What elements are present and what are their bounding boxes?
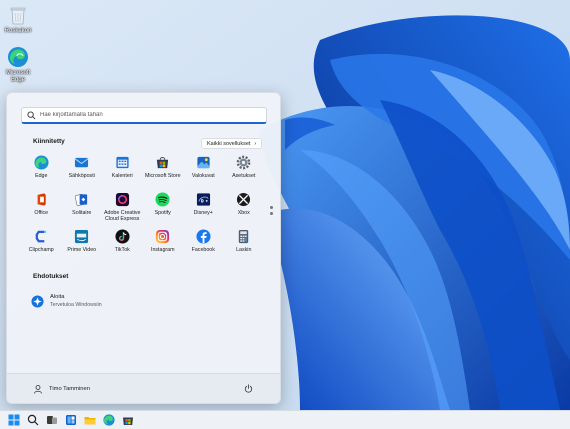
app-label: Solitaire: [72, 210, 92, 216]
tiktok-icon: [115, 229, 130, 244]
search-icon[interactable]: [27, 414, 39, 426]
desktop-icon-label: Microsoft Edge: [5, 70, 31, 83]
app-label: Disney+: [193, 210, 213, 216]
app-label: Adobe Creative Cloud Express: [103, 210, 141, 222]
desktop-icon-recycle-bin[interactable]: Roskakori: [0, 4, 36, 35]
app-label: Sähköposti: [68, 173, 95, 179]
pinned-app-calendar[interactable]: Kalenteri: [102, 155, 143, 192]
pinned-app-tiktok[interactable]: TikTok: [102, 229, 143, 266]
facebook-icon: [196, 229, 211, 244]
edge-icon: [8, 47, 28, 67]
pinned-app-office[interactable]: Office: [21, 192, 62, 229]
start-menu-footer: Timo Tamminen: [7, 373, 280, 403]
mail-icon: [74, 157, 89, 168]
pinned-app-store[interactable]: Microsoft Store: [143, 155, 184, 192]
clipchamp-icon: [35, 230, 46, 243]
app-label: Valokuvat: [191, 173, 215, 179]
app-label: Clipchamp: [28, 247, 54, 253]
user-account-button[interactable]: Timo Tamminen: [33, 384, 90, 394]
pinned-app-solitaire[interactable]: Solitaire: [62, 192, 103, 229]
pinned-apps-grid: Edge Sähköposti Kalenteri Microsoft Stor…: [21, 155, 261, 266]
pinned-app-facebook[interactable]: Facebook: [183, 229, 224, 266]
app-label: TikTok: [114, 247, 130, 253]
pinned-app-spotify[interactable]: Spotify: [143, 192, 184, 229]
solitaire-icon: [75, 194, 88, 206]
user-name: Timo Tamminen: [49, 386, 90, 392]
taskbar: [0, 410, 570, 429]
search-input[interactable]: [40, 112, 260, 118]
calendar-icon: [116, 156, 129, 169]
app-label: Laskin: [236, 247, 252, 253]
disney-icon: [196, 193, 210, 206]
start-menu: Kiinnitetty Kaikki sovellukset › Edge Sä…: [6, 92, 281, 404]
power-icon[interactable]: [244, 384, 253, 393]
recycle-bin-icon: [10, 7, 26, 25]
get-started-icon: [31, 294, 44, 308]
photos-icon: [197, 156, 210, 169]
adobe-cc-icon: [115, 192, 129, 207]
all-apps-label: Kaikki sovellukset: [207, 140, 251, 147]
app-label: Facebook: [191, 247, 215, 253]
suggestion-title: Aloita: [50, 294, 65, 300]
edge-icon: [34, 155, 49, 170]
search-icon: [27, 110, 36, 119]
task-view-icon[interactable]: [46, 414, 58, 426]
search-box[interactable]: [21, 107, 267, 124]
pinned-app-mail[interactable]: Sähköposti: [62, 155, 103, 192]
app-label: Microsoft Store: [144, 173, 181, 179]
app-label: Edge: [35, 173, 48, 179]
app-label: Xbox: [237, 210, 250, 216]
pinned-app-instagram[interactable]: Instagram: [143, 229, 184, 266]
avatar-icon: [34, 385, 42, 394]
store-icon[interactable]: [122, 414, 134, 426]
xbox-icon: [237, 192, 251, 207]
spotify-icon: [155, 192, 170, 207]
app-label: Asetukset: [232, 173, 256, 179]
windows-start-icon[interactable]: [8, 414, 20, 426]
prime-video-icon: [75, 229, 89, 244]
edge-icon[interactable]: [103, 414, 115, 426]
suggestion-subtitle: Tervetuloa Windowsiin: [50, 302, 102, 308]
pinned-app-adobe-express[interactable]: Adobe Creative Cloud Express: [102, 192, 143, 229]
chevron-right-icon: ›: [254, 140, 257, 147]
pinned-app-calculator[interactable]: Laskin: [224, 229, 265, 266]
file-explorer-icon[interactable]: [84, 414, 96, 426]
gear-icon: [236, 155, 251, 170]
suggestions-section-title: Ehdotukset: [33, 273, 69, 280]
all-apps-button[interactable]: Kaikki sovellukset ›: [201, 138, 263, 149]
pinned-app-disney-plus[interactable]: Disney+: [183, 192, 224, 229]
widgets-icon[interactable]: [65, 414, 77, 426]
pinned-app-prime-video[interactable]: Prime Video: [62, 229, 103, 266]
instagram-icon: [156, 229, 170, 244]
desktop-icon-edge[interactable]: Microsoft Edge: [0, 46, 36, 84]
desktop-icon-label: Roskakori: [4, 28, 32, 34]
pinned-section-title: Kiinnitetty: [33, 138, 65, 145]
office-icon: [37, 193, 46, 206]
app-label: Kalenteri: [111, 173, 133, 179]
app-label: Office: [34, 210, 49, 216]
pinned-app-settings[interactable]: Asetukset: [224, 155, 265, 192]
pinned-app-photos[interactable]: Valokuvat: [183, 155, 224, 192]
app-label: Spotify: [154, 210, 171, 216]
app-label: Instagram: [150, 247, 175, 253]
pinned-app-xbox[interactable]: Xbox: [224, 192, 265, 229]
pinned-app-clipchamp[interactable]: Clipchamp: [21, 229, 62, 266]
page-indicator[interactable]: [270, 206, 274, 218]
calculator-icon: [239, 229, 249, 244]
store-icon: [157, 157, 169, 169]
app-label: Prime Video: [67, 247, 97, 253]
pinned-app-edge[interactable]: Edge: [21, 155, 62, 192]
suggestion-get-started[interactable]: Aloita Tervetuloa Windowsiin: [31, 294, 102, 308]
